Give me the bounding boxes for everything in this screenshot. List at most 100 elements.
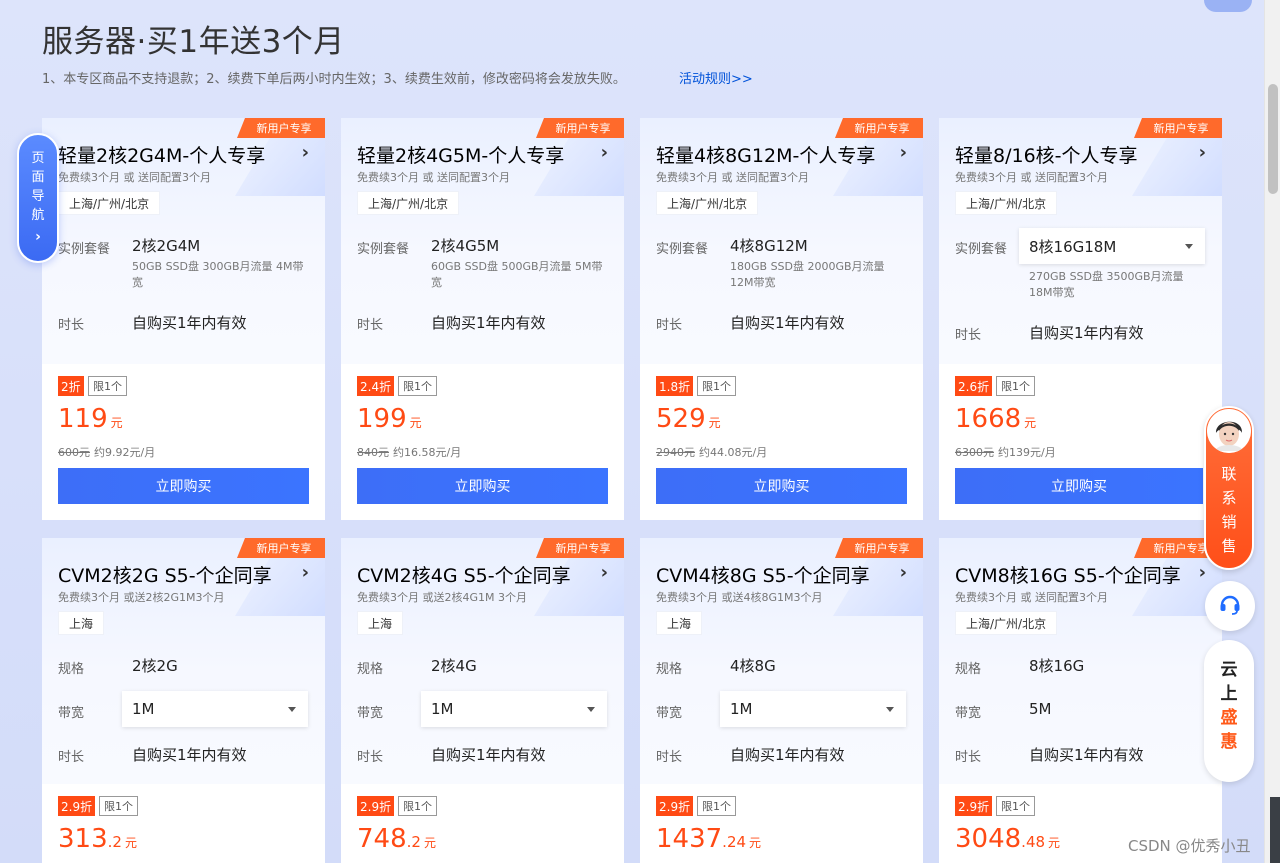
limit-badge: 限1个 (996, 376, 1035, 396)
card-title[interactable]: CVM2核4G S5-个企同享 (357, 561, 571, 588)
bandwidth-select[interactable]: 1M (122, 691, 308, 727)
region-tag: 上海 (656, 611, 703, 635)
spec-label: 实例套餐 (955, 242, 1008, 257)
duration-label: 时长 (955, 328, 982, 343)
price: 529 元 (656, 404, 721, 434)
original-price: 600元 约9.92元/月 (58, 444, 155, 460)
new-user-ribbon: 新用户专享 (1134, 118, 1222, 138)
price-decimal: .24 (722, 833, 747, 851)
watermark: CSDN @优秀小丑 (1128, 837, 1251, 855)
chevron-right-icon[interactable]: › (1199, 562, 1206, 583)
price-area: 2.9折 限1个 313.2 元 (42, 784, 325, 863)
chevron-right-icon[interactable]: › (900, 142, 907, 163)
spec-label: 实例套餐 (656, 242, 709, 257)
limit-badge: 限1个 (398, 796, 437, 816)
price-decimal: .2 (406, 833, 421, 851)
price-unit: 元 (124, 836, 137, 850)
spec-label: 规格 (58, 662, 85, 677)
duration-value: 自购买1年内有效 (1029, 324, 1144, 342)
price-area: 2.9折 限1个 748.2 元 (341, 784, 624, 863)
buy-now-button[interactable]: 立即购买 (357, 468, 608, 504)
region-tag: 上海/广州/北京 (656, 191, 759, 215)
spec-select[interactable]: 8核16G18M (1019, 228, 1205, 264)
price-area: 2折 限1个 119 元 600元 约9.92元/月 立即购买 (42, 364, 325, 520)
duration-label: 时长 (955, 750, 982, 765)
new-user-ribbon: 新用户专享 (536, 118, 624, 138)
card-header: 新用户专享 CVM2核2G S5-个企同享 › 免费续3个月 或送2核2G1M3个月上… (42, 538, 325, 784)
price-integer: 1437 (656, 824, 723, 854)
caret-down-icon (288, 707, 296, 712)
card-title[interactable]: 轻量2核2G4M-个人专享 (58, 141, 265, 168)
card-header: 新用户专享 轻量4核8G12M-个人专享 › 免费续3个月 或 送同配置3个月 上海/广… (640, 118, 923, 364)
bandwidth-label: 带宽 (357, 706, 384, 721)
scrollbar-thumb[interactable] (1268, 84, 1278, 194)
page-navigation-button[interactable]: 页面导航 › (17, 133, 59, 263)
duration-label: 时长 (357, 318, 384, 333)
chevron-right-icon[interactable]: › (1199, 142, 1206, 163)
cloud-promo-label-1: 云上 (1220, 660, 1238, 704)
page-scrollbar[interactable] (1264, 0, 1280, 863)
original-price-value: 600元 (58, 446, 90, 459)
original-price: 840元 约16.58元/月 (357, 444, 461, 460)
chevron-right-icon[interactable]: › (302, 562, 309, 583)
activity-rules-link[interactable]: 活动规则>> (679, 68, 753, 87)
price-area: 2.9折 限1个 1437.24 元 (640, 784, 923, 863)
original-price: 6300元 约139元/月 (955, 444, 1056, 460)
card-title[interactable]: 轻量4核8G12M-个人专享 (656, 141, 875, 168)
card-header: 新用户专享 轻量8/16核-个人专享 › 免费续3个月 或 送同配置3个月 上海/广州/… (939, 118, 1222, 364)
card-title[interactable]: 轻量2核4G5M-个人专享 (357, 141, 564, 168)
duration-label: 时长 (357, 750, 384, 765)
price-unit: 元 (749, 836, 762, 850)
limit-badge: 限1个 (88, 376, 127, 396)
card-subtitle: 免费续3个月 或送2核4G1M 3个月 (357, 591, 527, 604)
duration-value: 自购买1年内有效 (431, 314, 546, 332)
chevron-right-icon[interactable]: › (302, 142, 309, 163)
avatar (1207, 409, 1251, 453)
price-area: 2.4折 限1个 199 元 840元 约16.58元/月 立即购买 (341, 364, 624, 520)
spec-description: 270GB SSD盘 3500GB月流量 18M带宽 (1029, 270, 1184, 299)
price-integer: 119 (58, 404, 108, 434)
cloud-promo-button[interactable]: 云上 盛惠 (1204, 640, 1254, 782)
chevron-right-icon[interactable]: › (601, 142, 608, 163)
contact-sales-button[interactable]: 联系销售 (1204, 406, 1254, 570)
price-integer: 529 (656, 404, 706, 434)
contact-sales-label: 联系销售 (1221, 465, 1237, 555)
product-card: 新用户专享 CVM8核16G S5-个企同享 › 免费续3个月 或 送同配置3个月 上海… (939, 538, 1222, 863)
limit-badge: 限1个 (996, 796, 1035, 816)
buy-now-button[interactable]: 立即购买 (58, 468, 309, 504)
duration-label: 时长 (656, 750, 683, 765)
buy-now-button[interactable]: 立即购买 (656, 468, 907, 504)
buy-now-button[interactable]: 立即购买 (955, 468, 1203, 504)
price: 313.2 元 (58, 824, 137, 854)
new-user-ribbon: 新用户专享 (536, 538, 624, 558)
bandwidth-select[interactable]: 1M (421, 691, 607, 727)
product-card: 新用户专享 CVM4核8G S5-个企同享 › 免费续3个月 或送4核8G1M3个月上… (640, 538, 923, 863)
duration-label: 时长 (58, 318, 85, 333)
card-title[interactable]: CVM2核2G S5-个企同享 (58, 561, 272, 588)
price: 3048.48 元 (955, 824, 1060, 854)
spec-value: 8核16G (1029, 657, 1085, 675)
new-user-ribbon: 新用户专享 (237, 538, 325, 558)
notice-text: 1、本专区商品不支持退款；2、续费下单后两小时内生效；3、续费生效前，修改密码将… (42, 72, 626, 87)
headset-icon (1218, 592, 1242, 620)
customer-service-button[interactable] (1205, 581, 1255, 631)
chevron-right-icon[interactable]: › (900, 562, 907, 583)
card-subtitle: 免费续3个月 或 送同配置3个月 (58, 171, 211, 184)
card-title[interactable]: CVM4核8G S5-个企同享 (656, 561, 870, 588)
chevron-right-icon[interactable]: › (601, 562, 608, 583)
price-unit: 元 (1048, 836, 1061, 850)
bandwidth-select-value: 1M (132, 700, 155, 718)
duration-label: 时长 (58, 750, 85, 765)
price-decimal: .48 (1021, 833, 1046, 851)
price-area: 1.8折 限1个 529 元 2940元 约44.08元/月 立即购买 (640, 364, 923, 520)
card-title[interactable]: 轻量8/16核-个人专享 (955, 141, 1138, 168)
spec-value: 4核8G (730, 657, 776, 675)
spec-label: 实例套餐 (357, 242, 410, 257)
card-title[interactable]: CVM8核16G S5-个企同享 (955, 561, 1181, 588)
duration-value: 自购买1年内有效 (1029, 746, 1144, 764)
duration-value: 自购买1年内有效 (730, 746, 845, 764)
product-card: 新用户专享 轻量2核2G4M-个人专享 › 免费续3个月 或 送同配置3个月 上海/广州… (42, 118, 325, 520)
region-tag: 上海/广州/北京 (955, 191, 1058, 215)
bandwidth-select[interactable]: 1M (720, 691, 906, 727)
region-tag: 上海 (357, 611, 404, 635)
